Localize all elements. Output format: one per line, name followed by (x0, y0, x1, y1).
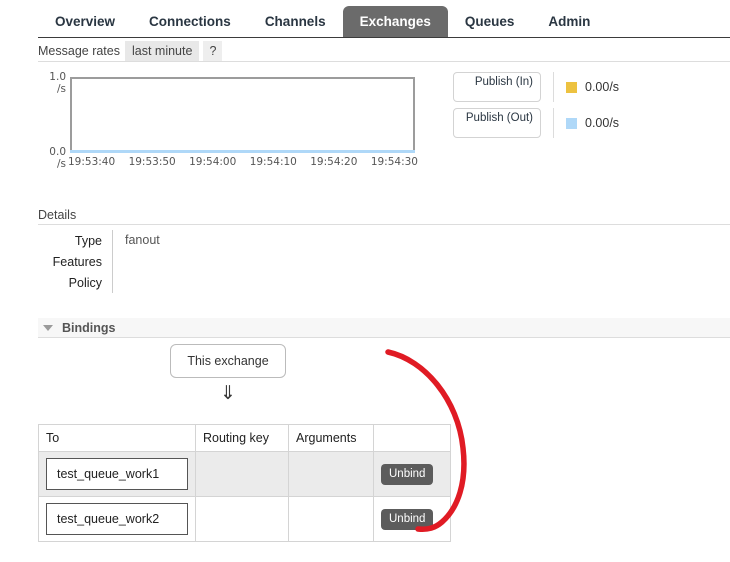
legend-swatch-publish-out (566, 117, 577, 129)
legend-divider (553, 108, 554, 138)
x-axis-tick: 19:54:00 (189, 156, 237, 168)
binding-arguments-cell (288, 451, 374, 497)
legend-button-publish-in[interactable]: Publish (In) (453, 72, 541, 102)
column-header-actions (373, 424, 451, 452)
column-header-arguments: Arguments (288, 424, 374, 452)
queue-link-test-queue-work1[interactable]: test_queue_work1 (46, 458, 188, 490)
legend-swatch-publish-in (566, 81, 577, 93)
bindings-diagram: This exchange ⇓ (38, 344, 418, 403)
binding-to-cell: test_queue_work1 (38, 451, 196, 497)
legend-row-publish-out: Publish (Out) 0.00/s (453, 108, 683, 138)
message-rates-chart-block: 1.0 /s 0.0 /s 19:53:40 19:53:50 19:54:00… (38, 68, 730, 173)
queue-link-test-queue-work2[interactable]: test_queue_work2 (46, 503, 188, 535)
binding-arguments-cell (288, 496, 374, 542)
detail-value-policy (112, 272, 398, 293)
chart-legend: Publish (In) 0.00/s Publish (Out) 0.00/s (453, 72, 683, 144)
tab-exchanges[interactable]: Exchanges (342, 6, 448, 38)
rates-divider (38, 61, 730, 62)
legend-divider (553, 72, 554, 102)
bindings-section-header[interactable]: Bindings (38, 318, 730, 338)
y-axis-tick-max: 1.0 /s (49, 71, 66, 95)
table-row: test_queue_work1 Unbind (38, 451, 451, 497)
tab-connections[interactable]: Connections (132, 6, 248, 38)
x-axis-tick: 19:54:10 (249, 156, 297, 168)
message-rates-bar: Message rates last minute ? (38, 41, 730, 61)
chart-series-publish-out-line (70, 150, 415, 153)
table-row: test_queue_work2 Unbind (38, 496, 451, 542)
rates-period-selector[interactable]: last minute (124, 41, 200, 61)
tab-admin[interactable]: Admin (531, 6, 607, 38)
unbind-button[interactable]: Unbind (381, 463, 434, 485)
legend-value-publish-in: 0.00/s (585, 80, 620, 94)
binding-routing-key-cell (195, 496, 289, 542)
legend-button-publish-out[interactable]: Publish (Out) (453, 108, 541, 138)
tab-queues[interactable]: Queues (448, 6, 532, 38)
bindings-heading: Bindings (62, 320, 116, 335)
column-header-routing-key: Routing key (195, 424, 289, 452)
details-heading: Details (38, 207, 77, 222)
detail-key-type: Type (74, 233, 102, 248)
column-header-to: To (38, 424, 196, 452)
double-down-arrow-icon: ⇓ (220, 382, 236, 404)
detail-row-type: Type fanout (38, 230, 398, 251)
main-navigation: Overview Connections Channels Exchanges … (0, 0, 730, 38)
x-axis-ticks: 19:53:40 19:53:50 19:54:00 19:54:10 19:5… (68, 156, 418, 168)
x-axis-tick: 19:54:20 (310, 156, 358, 168)
binding-to-cell: test_queue_work2 (38, 496, 196, 542)
unbind-button[interactable]: Unbind (381, 508, 434, 530)
help-link[interactable]: ? (203, 41, 223, 61)
detail-row-policy: Policy (38, 272, 398, 293)
x-axis-tick: 19:54:30 (370, 156, 418, 168)
tab-strip: Overview Connections Channels Exchanges … (38, 4, 607, 38)
bindings-table: To Routing key Arguments test_queue_work… (38, 424, 451, 542)
bindings-table-header-row: To Routing key Arguments (38, 424, 451, 452)
y-axis-tick-min: 0.0 /s (49, 146, 66, 170)
x-axis-tick: 19:53:40 (68, 156, 116, 168)
detail-key-policy: Policy (68, 275, 102, 290)
tab-underline (38, 37, 730, 38)
legend-value-publish-out: 0.00/s (585, 116, 620, 130)
this-exchange-node[interactable]: This exchange (170, 344, 286, 378)
details-section-header: Details (38, 205, 730, 225)
detail-value-features (112, 251, 398, 272)
chart-area: 1.0 /s 0.0 /s 19:53:40 19:53:50 19:54:00… (38, 68, 423, 170)
chart-plot-area (70, 77, 415, 151)
message-rates-label: Message rates (38, 44, 120, 58)
binding-action-cell: Unbind (373, 496, 451, 542)
legend-row-publish-in: Publish (In) 0.00/s (453, 72, 683, 102)
detail-row-features: Features (38, 251, 398, 272)
detail-value-type: fanout (112, 230, 398, 251)
tab-channels[interactable]: Channels (248, 6, 343, 38)
detail-key-features: Features (52, 254, 102, 269)
x-axis-tick: 19:53:50 (128, 156, 176, 168)
details-table: Type fanout Features Policy (38, 230, 398, 293)
binding-action-cell: Unbind (373, 451, 451, 497)
chevron-down-icon[interactable] (43, 324, 53, 331)
tab-overview[interactable]: Overview (38, 6, 132, 38)
binding-routing-key-cell (195, 451, 289, 497)
